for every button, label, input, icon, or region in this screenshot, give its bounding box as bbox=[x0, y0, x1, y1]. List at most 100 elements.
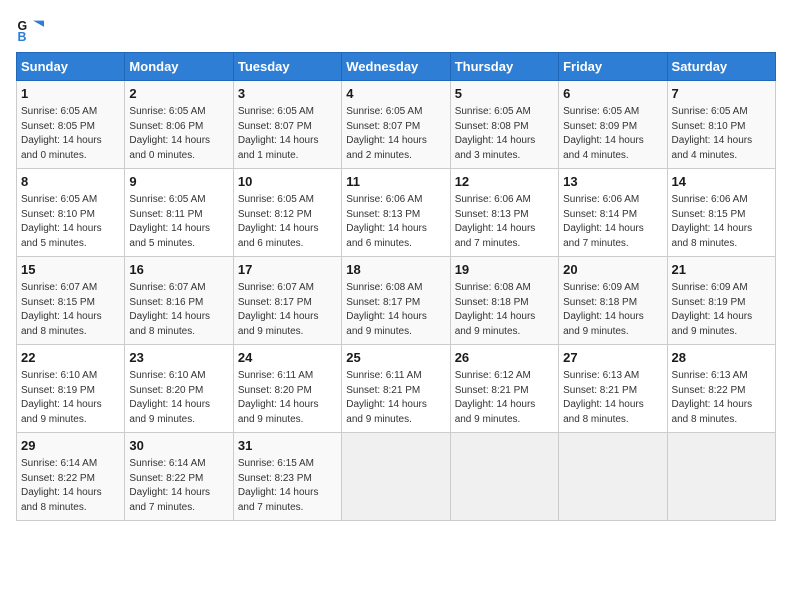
day-number: 27 bbox=[563, 349, 662, 367]
calendar-day-cell bbox=[559, 433, 667, 521]
svg-text:B: B bbox=[18, 30, 27, 44]
day-number: 14 bbox=[672, 173, 771, 191]
day-number: 31 bbox=[238, 437, 337, 455]
calendar-day-cell: 5 Sunrise: 6:05 AMSunset: 8:08 PMDaylight… bbox=[450, 81, 558, 169]
day-info: Sunrise: 6:07 AMSunset: 8:15 PMDaylight:… bbox=[21, 281, 120, 339]
calendar-header: SundayMondayTuesdayWednesdayThursdayFrid… bbox=[17, 53, 776, 81]
day-info: Sunrise: 6:10 AMSunset: 8:20 PMDaylight:… bbox=[129, 369, 228, 427]
day-number: 26 bbox=[455, 349, 554, 367]
calendar-day-cell: 13Sunrise: 6:06 AMSunset: 8:14 PMDayligh… bbox=[559, 169, 667, 257]
day-number: 4 bbox=[346, 85, 445, 103]
day-info: Sunrise: 6:11 AMSunset: 8:20 PMDaylight:… bbox=[238, 369, 337, 427]
day-info: Sunrise: 6:05 AMSunset: 8:12 PMDaylight:… bbox=[238, 193, 337, 251]
day-info: Sunrise: 6:10 AMSunset: 8:19 PMDaylight:… bbox=[21, 369, 120, 427]
day-info: Sunrise: 6:06 AMSunset: 8:14 PMDaylight:… bbox=[563, 193, 662, 251]
logo-icon: G B bbox=[16, 16, 44, 44]
calendar-day-cell bbox=[342, 433, 450, 521]
calendar-day-cell: 12 Sunrise: 6:06 AMSunset: 8:13 PMDayligh… bbox=[450, 169, 558, 257]
day-info: Sunrise: 6:07 AMSunset: 8:17 PMDaylight:… bbox=[238, 281, 337, 339]
calendar-day-cell: 30 Sunrise: 6:14 AMSunset: 8:22 PMDayligh… bbox=[125, 433, 233, 521]
day-number: 8 bbox=[21, 173, 120, 191]
calendar-day-cell: 3 Sunrise: 6:05 AMSunset: 8:07 PMDaylight… bbox=[233, 81, 341, 169]
calendar-week-row: 22 Sunrise: 6:10 AMSunset: 8:19 PMDayligh… bbox=[17, 345, 776, 433]
day-number: 3 bbox=[238, 85, 337, 103]
day-info: Sunrise: 6:09 AMSunset: 8:18 PMDaylight:… bbox=[563, 281, 662, 339]
calendar-day-cell: 21 Sunrise: 6:09 AMSunset: 8:19 PMDayligh… bbox=[667, 257, 775, 345]
day-info: Sunrise: 6:05 AMSunset: 8:08 PMDaylight:… bbox=[455, 105, 554, 163]
calendar-day-cell: 29Sunrise: 6:14 AMSunset: 8:22 PMDayligh… bbox=[17, 433, 125, 521]
weekday-header-row: SundayMondayTuesdayWednesdayThursdayFrid… bbox=[17, 53, 776, 81]
day-info: Sunrise: 6:05 AMSunset: 8:10 PMDaylight:… bbox=[21, 193, 120, 251]
weekday-header: Sunday bbox=[17, 53, 125, 81]
day-info: Sunrise: 6:09 AMSunset: 8:19 PMDaylight:… bbox=[672, 281, 771, 339]
day-info: Sunrise: 6:05 AMSunset: 8:10 PMDaylight:… bbox=[672, 105, 771, 163]
day-number: 18 bbox=[346, 261, 445, 279]
calendar-day-cell: 25 Sunrise: 6:11 AMSunset: 8:21 PMDayligh… bbox=[342, 345, 450, 433]
day-info: Sunrise: 6:06 AMSunset: 8:13 PMDaylight:… bbox=[455, 193, 554, 251]
day-info: Sunrise: 6:14 AMSunset: 8:22 PMDaylight:… bbox=[129, 457, 228, 515]
calendar-week-row: 1Sunrise: 6:05 AMSunset: 8:05 PMDaylight… bbox=[17, 81, 776, 169]
day-number: 2 bbox=[129, 85, 228, 103]
calendar-day-cell: 9 Sunrise: 6:05 AMSunset: 8:11 PMDaylight… bbox=[125, 169, 233, 257]
weekday-header: Thursday bbox=[450, 53, 558, 81]
calendar-day-cell: 6 Sunrise: 6:05 AMSunset: 8:09 PMDaylight… bbox=[559, 81, 667, 169]
calendar-day-cell: 15 Sunrise: 6:07 AMSunset: 8:15 PMDayligh… bbox=[17, 257, 125, 345]
day-number: 25 bbox=[346, 349, 445, 367]
day-number: 24 bbox=[238, 349, 337, 367]
day-number: 28 bbox=[672, 349, 771, 367]
calendar-week-row: 15 Sunrise: 6:07 AMSunset: 8:15 PMDayligh… bbox=[17, 257, 776, 345]
day-info: Sunrise: 6:05 AMSunset: 8:09 PMDaylight:… bbox=[563, 105, 662, 163]
day-number: 11 bbox=[346, 173, 445, 191]
calendar-day-cell: 20 Sunrise: 6:09 AMSunset: 8:18 PMDayligh… bbox=[559, 257, 667, 345]
calendar-day-cell: 18 Sunrise: 6:08 AMSunset: 8:17 PMDayligh… bbox=[342, 257, 450, 345]
day-info: Sunrise: 6:05 AMSunset: 8:06 PMDaylight:… bbox=[129, 105, 228, 163]
day-info: Sunrise: 6:13 AMSunset: 8:22 PMDaylight:… bbox=[672, 369, 771, 427]
calendar-day-cell: 26 Sunrise: 6:12 AMSunset: 8:21 PMDayligh… bbox=[450, 345, 558, 433]
calendar-day-cell: 2 Sunrise: 6:05 AMSunset: 8:06 PMDaylight… bbox=[125, 81, 233, 169]
day-info: Sunrise: 6:07 AMSunset: 8:16 PMDaylight:… bbox=[129, 281, 228, 339]
calendar-week-row: 29Sunrise: 6:14 AMSunset: 8:22 PMDayligh… bbox=[17, 433, 776, 521]
day-number: 12 bbox=[455, 173, 554, 191]
calendar-body: 1Sunrise: 6:05 AMSunset: 8:05 PMDaylight… bbox=[17, 81, 776, 521]
calendar-day-cell: 22 Sunrise: 6:10 AMSunset: 8:19 PMDayligh… bbox=[17, 345, 125, 433]
calendar-day-cell: 19 Sunrise: 6:08 AMSunset: 8:18 PMDayligh… bbox=[450, 257, 558, 345]
day-number: 6 bbox=[563, 85, 662, 103]
day-number: 30 bbox=[129, 437, 228, 455]
day-info: Sunrise: 6:15 AMSunset: 8:23 PMDaylight:… bbox=[238, 457, 337, 515]
calendar-week-row: 8 Sunrise: 6:05 AMSunset: 8:10 PMDaylight… bbox=[17, 169, 776, 257]
day-info: Sunrise: 6:08 AMSunset: 8:18 PMDaylight:… bbox=[455, 281, 554, 339]
day-info: Sunrise: 6:08 AMSunset: 8:17 PMDaylight:… bbox=[346, 281, 445, 339]
page-header: G B bbox=[16, 16, 776, 44]
day-number: 22 bbox=[21, 349, 120, 367]
weekday-header: Friday bbox=[559, 53, 667, 81]
weekday-header: Saturday bbox=[667, 53, 775, 81]
calendar-day-cell: 16 Sunrise: 6:07 AMSunset: 8:16 PMDayligh… bbox=[125, 257, 233, 345]
calendar-day-cell: 4Sunrise: 6:05 AMSunset: 8:07 PMDaylight… bbox=[342, 81, 450, 169]
calendar-table: SundayMondayTuesdayWednesdayThursdayFrid… bbox=[16, 52, 776, 521]
day-number: 17 bbox=[238, 261, 337, 279]
day-number: 15 bbox=[21, 261, 120, 279]
day-info: Sunrise: 6:12 AMSunset: 8:21 PMDaylight:… bbox=[455, 369, 554, 427]
day-number: 20 bbox=[563, 261, 662, 279]
day-info: Sunrise: 6:11 AMSunset: 8:21 PMDaylight:… bbox=[346, 369, 445, 427]
day-number: 5 bbox=[455, 85, 554, 103]
logo: G B bbox=[16, 16, 48, 44]
day-number: 16 bbox=[129, 261, 228, 279]
calendar-day-cell bbox=[667, 433, 775, 521]
day-info: Sunrise: 6:05 AMSunset: 8:11 PMDaylight:… bbox=[129, 193, 228, 251]
day-number: 10 bbox=[238, 173, 337, 191]
calendar-day-cell: 7Sunrise: 6:05 AMSunset: 8:10 PMDaylight… bbox=[667, 81, 775, 169]
day-number: 9 bbox=[129, 173, 228, 191]
day-info: Sunrise: 6:06 AMSunset: 8:15 PMDaylight:… bbox=[672, 193, 771, 251]
day-number: 23 bbox=[129, 349, 228, 367]
day-number: 21 bbox=[672, 261, 771, 279]
calendar-day-cell: 10 Sunrise: 6:05 AMSunset: 8:12 PMDayligh… bbox=[233, 169, 341, 257]
calendar-day-cell: 8 Sunrise: 6:05 AMSunset: 8:10 PMDaylight… bbox=[17, 169, 125, 257]
calendar-day-cell: 1Sunrise: 6:05 AMSunset: 8:05 PMDaylight… bbox=[17, 81, 125, 169]
day-info: Sunrise: 6:05 AMSunset: 8:07 PMDaylight:… bbox=[238, 105, 337, 163]
calendar-day-cell: 17 Sunrise: 6:07 AMSunset: 8:17 PMDayligh… bbox=[233, 257, 341, 345]
weekday-header: Monday bbox=[125, 53, 233, 81]
calendar-day-cell: 28 Sunrise: 6:13 AMSunset: 8:22 PMDayligh… bbox=[667, 345, 775, 433]
weekday-header: Wednesday bbox=[342, 53, 450, 81]
day-number: 19 bbox=[455, 261, 554, 279]
